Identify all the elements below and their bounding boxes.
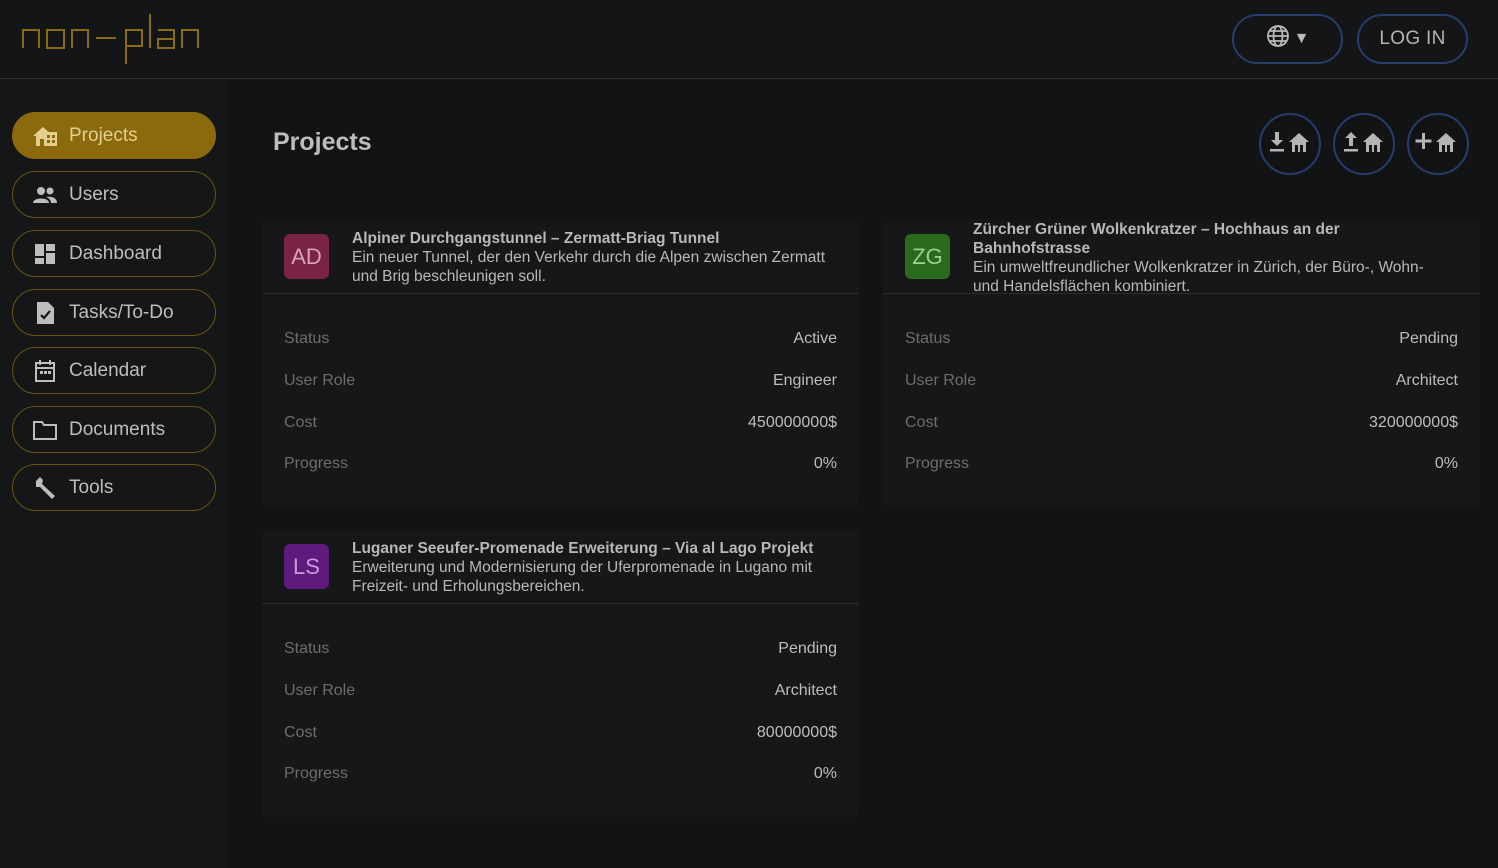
page-title: Projects — [273, 128, 372, 156]
role-row: User Role Architect — [284, 682, 837, 706]
status-label: Status — [284, 330, 330, 347]
progress-value: 0% — [813, 765, 837, 782]
project-card[interactable]: LS Luganer Seeufer-Promenade Erweiterung… — [262, 530, 859, 817]
logo[interactable] — [20, 10, 210, 71]
folder-icon — [31, 416, 59, 444]
project-description: Erweiterung und Modernisierung der Uferp… — [352, 559, 813, 595]
sidebar-item-label: Calendar — [69, 359, 147, 381]
sidebar-item-label: Dashboard — [69, 242, 162, 264]
project-title[interactable]: Alpiner Durchgangstunnel – Zermatt-Briag… — [352, 229, 852, 248]
sidebar-item-documents[interactable]: Documents — [12, 406, 216, 453]
status-value: Pending — [1399, 330, 1458, 347]
role-value: Engineer — [772, 372, 837, 389]
progress-row: Progress 0% — [284, 765, 837, 789]
role-label: User Role — [284, 372, 356, 389]
add-house-icon — [1415, 130, 1461, 159]
sidebar-item-label: Tools — [69, 476, 114, 498]
sidebar-item-label: Documents — [69, 418, 166, 440]
download-house-icon — [1268, 130, 1312, 159]
sidebar-item-dashboard[interactable]: Dashboard — [12, 230, 216, 277]
status-label: Status — [905, 330, 951, 347]
avatar: AD — [284, 234, 329, 279]
project-card[interactable]: AD Alpiner Durchgangstunnel – Zermatt-Br… — [262, 220, 859, 507]
status-label: Status — [284, 640, 330, 657]
project-title[interactable]: Luganer Seeufer-Promenade Erweiterung – … — [352, 539, 852, 558]
cost-row: Cost 450000000$ — [284, 414, 837, 438]
role-label: User Role — [284, 682, 356, 699]
card-header: ZG Zürcher Grüner Wolkenkratzer – Hochha… — [883, 220, 1480, 295]
dashboard-icon — [31, 240, 59, 268]
sidebar-item-label: Users — [69, 183, 119, 205]
login-button[interactable]: LOG IN — [1357, 14, 1468, 64]
calendar-icon — [31, 357, 59, 385]
progress-label: Progress — [905, 455, 970, 472]
role-row: User Role Engineer — [284, 372, 837, 396]
project-description: Ein neuer Tunnel, der den Verkehr durch … — [352, 249, 826, 285]
role-row: User Role Architect — [905, 372, 1458, 396]
cost-value: 80000000$ — [756, 724, 837, 741]
cost-label: Cost — [284, 724, 317, 741]
role-value: Architect — [774, 682, 837, 699]
avatar: ZG — [905, 234, 950, 279]
progress-value: 0% — [813, 455, 837, 472]
project-title[interactable]: Zürcher Grüner Wolkenkratzer – Hochhaus … — [973, 220, 1393, 258]
sidebar-item-label: Projects — [69, 124, 138, 146]
cost-label: Cost — [284, 414, 317, 431]
cost-value: 320000000$ — [1369, 414, 1458, 431]
users-icon — [31, 181, 59, 209]
sidebar-item-tasks[interactable]: Tasks/To-Do — [12, 289, 216, 336]
sidebar-item-projects[interactable]: Projects — [12, 112, 216, 159]
language-button[interactable]: ▼ — [1232, 14, 1343, 64]
sidebar-item-label: Tasks/To-Do — [69, 301, 174, 323]
cost-label: Cost — [905, 414, 938, 431]
sidebar-item-tools[interactable]: Tools — [12, 464, 216, 511]
cost-row: Cost 80000000$ — [284, 724, 837, 748]
sidebar-item-calendar[interactable]: Calendar — [12, 347, 216, 394]
upload-house-icon — [1342, 130, 1386, 159]
progress-row: Progress 0% — [284, 455, 837, 479]
task-icon — [31, 299, 59, 327]
card-header: LS Luganer Seeufer-Promenade Erweiterung… — [262, 530, 859, 604]
role-label: User Role — [905, 372, 977, 389]
chevron-down-icon: ▼ — [1293, 30, 1310, 47]
project-description: Ein umweltfreundlicher Wolkenkratzer in … — [973, 259, 1424, 295]
avatar: LS — [284, 544, 329, 589]
top-bar: ▼ LOG IN — [0, 0, 1498, 79]
progress-label: Progress — [284, 765, 349, 782]
card-header: AD Alpiner Durchgangstunnel – Zermatt-Br… — [262, 220, 859, 294]
cost-row: Cost 320000000$ — [905, 414, 1458, 438]
status-value: Active — [793, 330, 837, 347]
download-project-button[interactable] — [1259, 113, 1321, 175]
house-icon — [31, 122, 59, 150]
wrench-icon — [31, 474, 59, 502]
role-value: Architect — [1395, 372, 1458, 389]
status-row: Status Active — [284, 330, 837, 354]
cost-value: 450000000$ — [748, 414, 837, 431]
add-project-button[interactable] — [1407, 113, 1469, 175]
progress-row: Progress 0% — [905, 455, 1458, 479]
status-row: Status Pending — [284, 640, 837, 664]
progress-value: 0% — [1434, 455, 1458, 472]
upload-project-button[interactable] — [1333, 113, 1395, 175]
progress-label: Progress — [284, 455, 349, 472]
globe-icon — [1266, 24, 1290, 54]
status-row: Status Pending — [905, 330, 1458, 354]
status-value: Pending — [778, 640, 837, 657]
sidebar-item-users[interactable]: Users — [12, 171, 216, 218]
project-card[interactable]: ZG Zürcher Grüner Wolkenkratzer – Hochha… — [883, 220, 1480, 507]
